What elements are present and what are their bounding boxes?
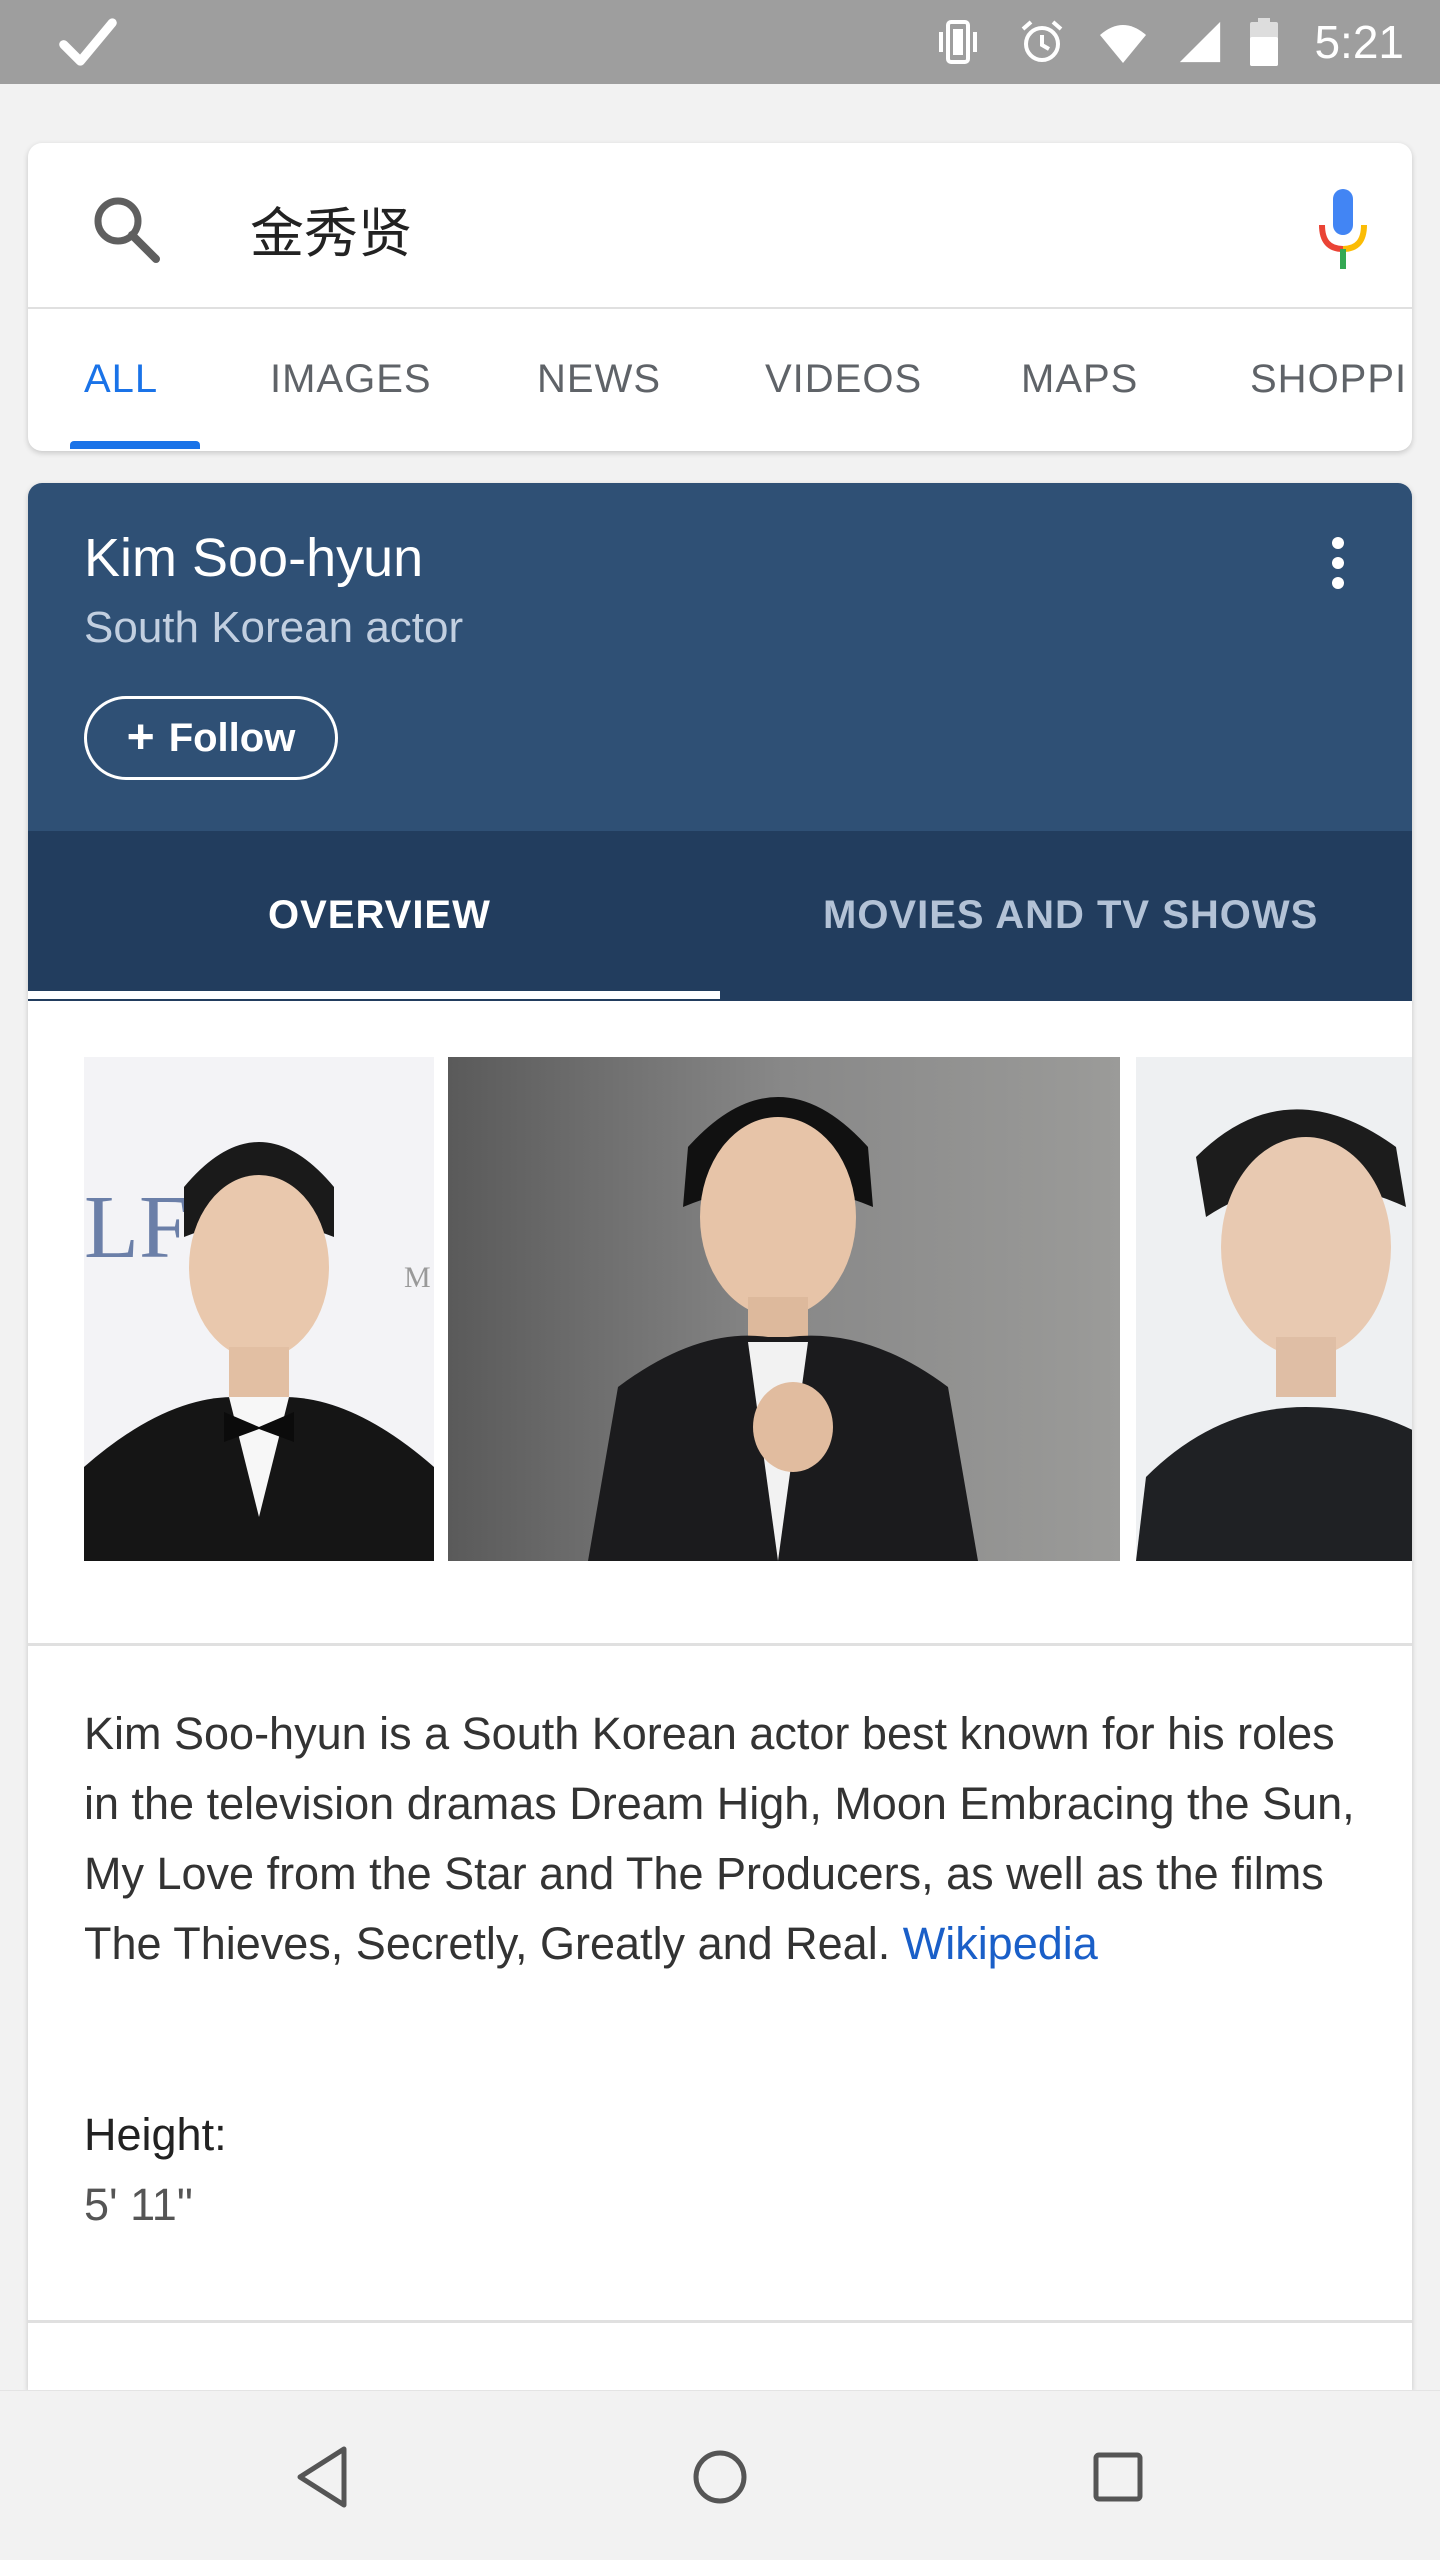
tab-movies-and-tv-shows[interactable]: MOVIES AND TV SHOWS (823, 893, 1318, 938)
navigation-bar (0, 2390, 1440, 2560)
search-icon[interactable] (88, 191, 164, 267)
search-row (28, 143, 1412, 309)
check-icon (59, 18, 117, 66)
more-options-icon[interactable] (1328, 533, 1348, 593)
plus-icon: + (126, 711, 155, 764)
mic-icon[interactable] (1308, 185, 1378, 275)
knowledge-panel-header: Kim Soo-hyun South Korean actor + Follow (28, 483, 1412, 831)
photo-suit-grey-background[interactable] (448, 1057, 1120, 1561)
signal-icon (1180, 21, 1221, 63)
photo-dark-jacket-white-background[interactable] (1136, 1057, 1412, 1561)
battery-icon (1250, 18, 1279, 66)
tab-all[interactable]: ALL (84, 357, 158, 402)
active-tab-indicator (70, 441, 200, 449)
wifi-icon (1100, 25, 1147, 63)
search-input[interactable] (250, 183, 1250, 273)
tab-shopping[interactable]: SHOPPI (1250, 357, 1407, 402)
recents-icon[interactable] (1080, 2439, 1156, 2515)
svg-text:LF: LF (84, 1178, 189, 1277)
follow-label: Follow (168, 715, 296, 760)
fact-value-height: 5' 11" (84, 2179, 193, 2230)
search-tabs: ALL IMAGES NEWS VIDEOS MAPS SHOPPI (28, 309, 1412, 449)
fact-label-height: Height: (84, 2109, 227, 2160)
status-time: 5:21 (1314, 16, 1404, 68)
vibrate-icon (939, 20, 978, 64)
back-icon[interactable] (286, 2439, 362, 2515)
entity-title: Kim Soo-hyun (84, 528, 424, 588)
photo-red-carpet-tuxedo[interactable]: LF M (84, 1057, 434, 1561)
tab-maps[interactable]: MAPS (1021, 357, 1138, 402)
kp-active-tab-indicator (28, 991, 720, 999)
tab-images[interactable]: IMAGES (270, 357, 432, 402)
description-text: Kim Soo-hyun is a South Korean actor bes… (84, 1708, 1355, 1969)
entity-description: Kim Soo-hyun is a South Korean actor bes… (84, 1699, 1374, 1979)
search-card: ALL IMAGES NEWS VIDEOS MAPS SHOPPI (28, 143, 1412, 451)
status-bar: 5:21 (0, 0, 1440, 84)
tab-videos[interactable]: VIDEOS (765, 357, 922, 402)
entity-subtitle: South Korean actor (84, 603, 464, 652)
follow-button[interactable]: + Follow (84, 696, 338, 780)
svg-text:M: M (404, 1261, 431, 1294)
alarm-icon (1022, 20, 1063, 62)
knowledge-panel: Kim Soo-hyun South Korean actor + Follow… (28, 483, 1412, 2390)
home-icon[interactable] (682, 2439, 758, 2515)
tab-news[interactable]: NEWS (537, 357, 661, 402)
wikipedia-link[interactable]: Wikipedia (903, 1918, 1098, 1969)
knowledge-panel-tabs: OVERVIEW MOVIES AND TV SHOWS (28, 831, 1412, 1001)
tab-overview[interactable]: OVERVIEW (268, 893, 491, 938)
section-divider (28, 1643, 1412, 1646)
section-divider (28, 2320, 1412, 2323)
